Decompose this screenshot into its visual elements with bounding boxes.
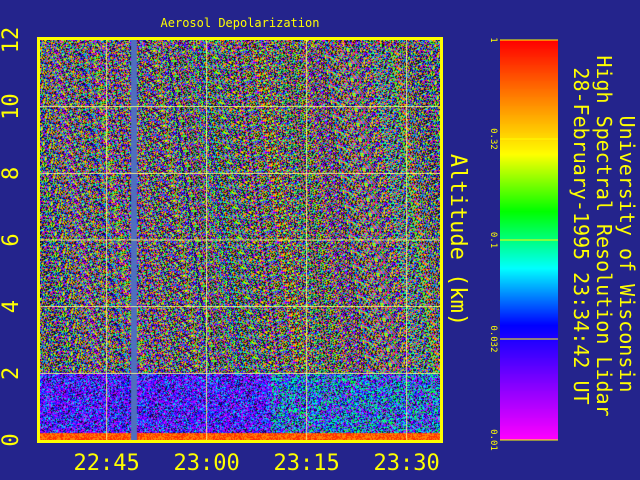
colorbar-tick-label: 0.32 [488, 128, 498, 150]
x-tick-label: 23:30 [374, 451, 440, 476]
colorbar-tick-label: 0.032 [488, 325, 498, 352]
x-tick-labels: 22:45 23:00 23:15 23:30 [74, 451, 440, 476]
x-tick-label: 22:45 [74, 451, 140, 476]
y-tick-label: 8 [0, 167, 24, 180]
y-tick-labels: 0 2 4 6 8 10 12 [0, 27, 24, 447]
grid-lines [40, 40, 440, 440]
colorbar-tick-marks [500, 39, 558, 441]
y-tick-label: 10 [0, 93, 24, 120]
colorbar-tick-label: 0.01 [488, 429, 498, 451]
y-axis-label: Altitude (km) [445, 154, 470, 326]
chart-overlay: Aerosol Depolarization 0 2 4 6 8 10 12 22:45 23… [0, 16, 639, 476]
y-tick-label: 0 [0, 433, 24, 446]
x-tick-label: 23:15 [274, 451, 340, 476]
colorbar-tick-labels: 1 0.32 0.1 0.032 0.01 [488, 37, 498, 451]
y-tick-label: 4 [0, 300, 24, 313]
chart-title: Aerosol Depolarization [161, 16, 320, 30]
colorbar-tick-label: 1 [488, 37, 498, 42]
lidar-figure: Aerosol Depolarization 0 2 4 6 8 10 12 22:45 23… [0, 0, 640, 480]
y-tick-label: 12 [0, 27, 24, 54]
caption-line-1: University of Wisconsin [615, 116, 639, 393]
y-tick-label: 6 [0, 233, 24, 246]
caption-line-2: High Spectral Resolution Lidar [592, 55, 616, 416]
y-tick-label: 2 [0, 367, 24, 380]
colorbar-tick-label: 0.1 [488, 232, 498, 248]
caption-line-3: 28-February-1995 23:34:42 UT [569, 67, 593, 404]
x-tick-label: 23:00 [174, 451, 240, 476]
